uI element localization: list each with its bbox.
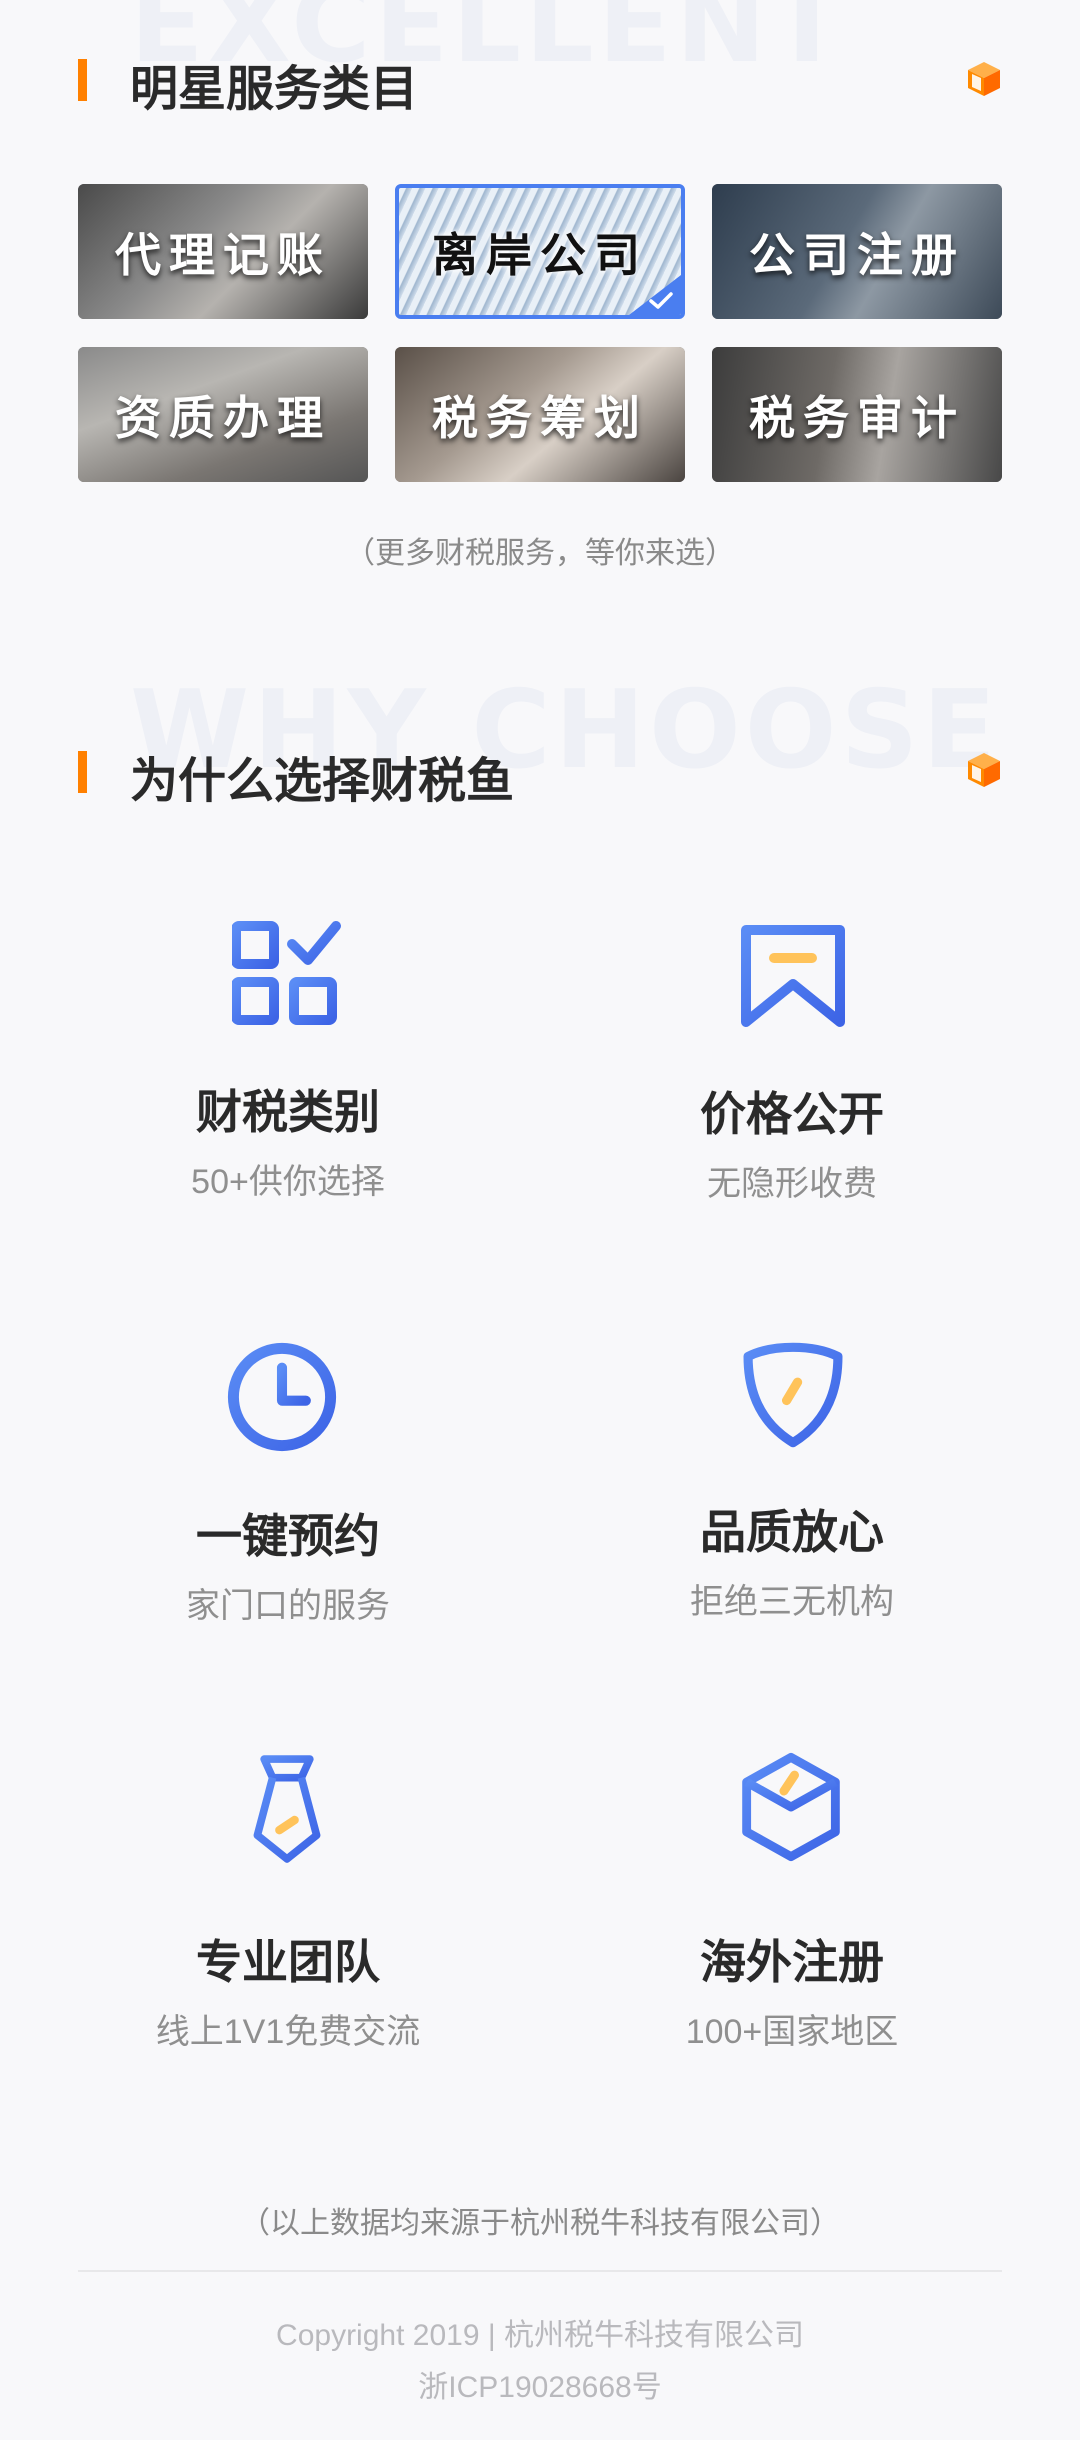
feature-subtitle: 线上1V1免费交流: [155, 2013, 421, 2051]
feature-subtitle: 100+国家地区: [685, 2013, 899, 2051]
feature-title: 一键预约: [196, 1510, 380, 1562]
bookmark-icon: [741, 925, 845, 1027]
service-tile-tax-audit[interactable]: 税务审计: [712, 347, 1002, 482]
service-tile-label: 公司注册: [749, 227, 965, 282]
footer-divider: [78, 2270, 1002, 2272]
shield-icon: [743, 1342, 843, 1448]
footer-icp[interactable]: 浙ICP19028668号: [0, 2362, 1080, 2406]
service-tile-label: 代理记账: [115, 227, 331, 282]
feature-title: 品质放心: [700, 1506, 884, 1558]
cube-icon: [742, 1752, 840, 1862]
service-tile-company-registration[interactable]: 公司注册: [712, 184, 1002, 319]
cube-logo-icon: [968, 753, 1000, 787]
service-tile-offshore-company[interactable]: 离岸公司: [395, 184, 685, 319]
feature-title: 财税类别: [196, 1086, 380, 1138]
feature-subtitle: 家门口的服务: [186, 1587, 390, 1625]
feature-subtitle: 无隐形收费: [707, 1165, 877, 1203]
service-tile-label: 资质办理: [115, 390, 331, 445]
cube-logo-icon: [968, 62, 1000, 96]
footer-copyright: Copyright 2019 | 杭州税牛科技有限公司: [276, 2319, 804, 2352]
service-tile-label: 税务筹划: [432, 390, 648, 445]
section1-title: 明星服务类目: [130, 63, 419, 116]
service-tile-bookkeeping[interactable]: 代理记账: [78, 184, 368, 319]
checkmark-icon: [649, 292, 673, 309]
feature-subtitle: 拒绝三无机构: [690, 1583, 894, 1621]
more-services-note: （更多财税服务，等你来选）: [345, 537, 735, 570]
tie-icon: [253, 1755, 321, 1863]
feature-title: 海外注册: [700, 1936, 884, 1988]
clock-icon: [227, 1342, 337, 1452]
data-source-note: （以上数据均来源于杭州税牛科技有限公司）: [240, 2207, 840, 2240]
section2-title-bar: [78, 751, 87, 793]
service-tile-qualification[interactable]: 资质办理: [78, 347, 368, 482]
feature-title: 价格公开: [700, 1088, 884, 1140]
section1-title-bar: [78, 59, 87, 101]
feature-subtitle: 50+供你选择: [191, 1163, 385, 1201]
service-tile-label: 税务审计: [749, 390, 965, 445]
section2-title: 为什么选择财税鱼: [130, 755, 515, 808]
service-tile-tax-planning[interactable]: 税务筹划: [395, 347, 685, 482]
feature-title: 专业团队: [196, 1936, 380, 1988]
category-check-icon: [232, 921, 341, 1025]
